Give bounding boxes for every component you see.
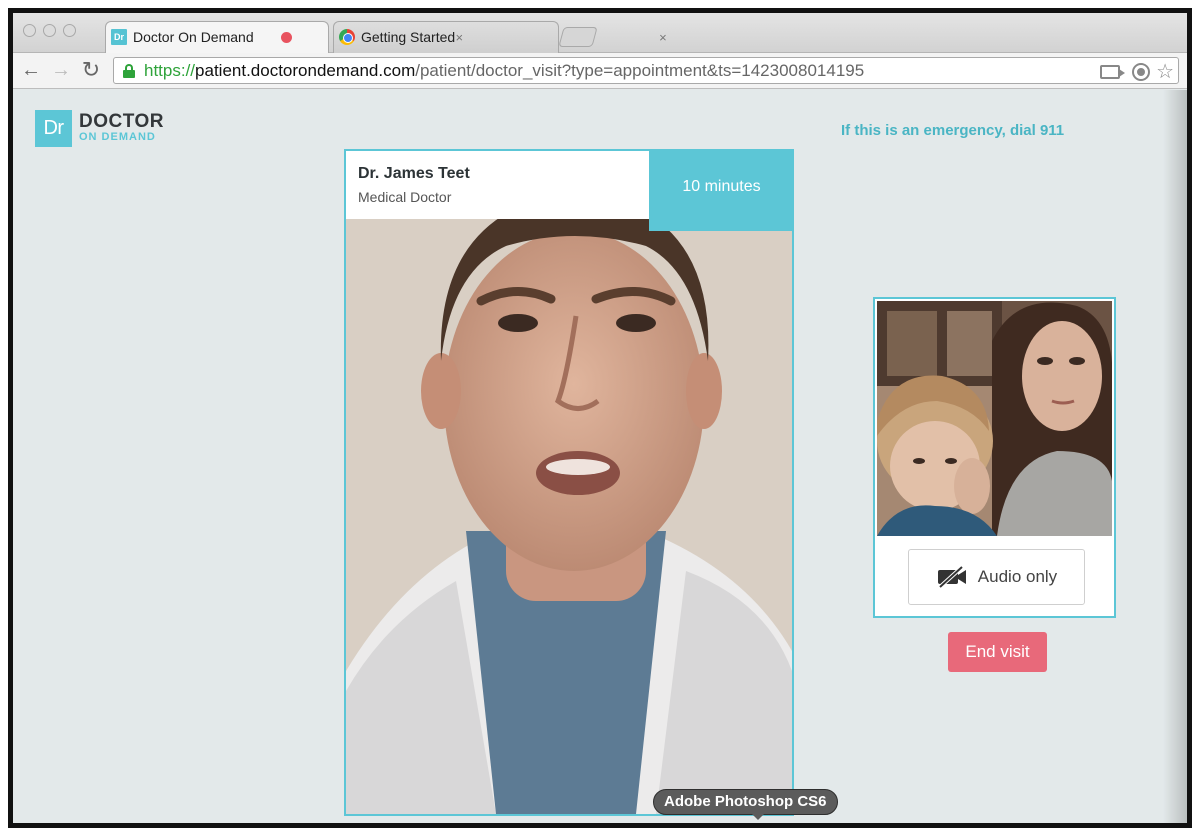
close-tab-icon[interactable]: × xyxy=(659,30,667,45)
close-tab-icon[interactable]: × xyxy=(456,30,464,45)
emergency-notice: If this is an emergency, dial 911 xyxy=(841,122,1065,139)
tab-getting-started[interactable]: Getting Started × xyxy=(333,21,667,53)
minimize-window-button[interactable] xyxy=(43,24,56,37)
address-bar[interactable]: https://patient.doctorondemand.com/patie… xyxy=(113,57,1179,84)
url-scheme: https:// xyxy=(144,61,196,80)
doctor-video-panel: Dr. James Teet Medical Doctor 10 minutes xyxy=(344,149,794,816)
tab-label: Getting Started xyxy=(361,29,456,45)
close-window-button[interactable] xyxy=(23,24,36,37)
forward-button[interactable]: → xyxy=(49,58,73,82)
zoom-window-button[interactable] xyxy=(63,24,76,37)
screenshot-frame: Dr Doctor On Demand × Getting Started × … xyxy=(8,8,1192,828)
bookmark-star-icon[interactable]: ☆ xyxy=(1156,62,1174,82)
audio-only-button[interactable]: Audio only xyxy=(908,549,1085,605)
tab-label: Doctor On Demand xyxy=(133,29,254,45)
logo-mark: Dr xyxy=(35,110,72,147)
visit-timer: 10 minutes xyxy=(649,151,792,231)
chrome-favicon-icon xyxy=(339,29,355,45)
browser-toolbar: ← → ↻ https://patient.doctorondemand.com… xyxy=(13,53,1187,89)
doctor-video-feed xyxy=(346,151,792,814)
audio-only-label: Audio only xyxy=(977,567,1058,586)
doctor-name: Dr. James Teet xyxy=(358,165,470,182)
end-visit-button[interactable]: End visit xyxy=(948,632,1047,672)
doctor-on-demand-favicon-icon: Dr xyxy=(111,29,127,45)
dock-app-tooltip: Adobe Photoshop CS6 xyxy=(653,789,838,820)
window-edge-shadow xyxy=(1163,90,1187,823)
self-video-feed xyxy=(877,301,1112,536)
url-path: /patient/doctor_visit?type=appointment&t… xyxy=(415,61,865,80)
reload-button[interactable]: ↻ xyxy=(79,58,103,82)
self-view-panel: Audio only xyxy=(873,297,1116,618)
location-icon[interactable] xyxy=(1132,63,1151,81)
doctor-title: Medical Doctor xyxy=(358,189,452,205)
recording-indicator-icon xyxy=(281,32,292,43)
tab-strip: Dr Doctor On Demand × Getting Started × xyxy=(13,13,1187,53)
page-content: Dr DOCTOR ON DEMAND If this is an emerge… xyxy=(13,90,1187,823)
back-button[interactable]: ← xyxy=(19,58,43,82)
video-off-icon xyxy=(937,566,966,588)
doctor-info-header: Dr. James Teet Medical Doctor xyxy=(346,151,649,219)
new-tab-button[interactable] xyxy=(558,27,598,47)
logo-word-on-demand: ON DEMAND xyxy=(79,131,156,143)
logo-word-doctor: DOCTOR xyxy=(79,111,164,132)
tab-doctor-on-demand[interactable]: Dr Doctor On Demand × xyxy=(105,21,463,53)
camera-permission-icon[interactable] xyxy=(1100,65,1126,79)
url-host: patient.doctorondemand.com xyxy=(195,61,416,80)
secure-lock-icon xyxy=(123,64,135,78)
